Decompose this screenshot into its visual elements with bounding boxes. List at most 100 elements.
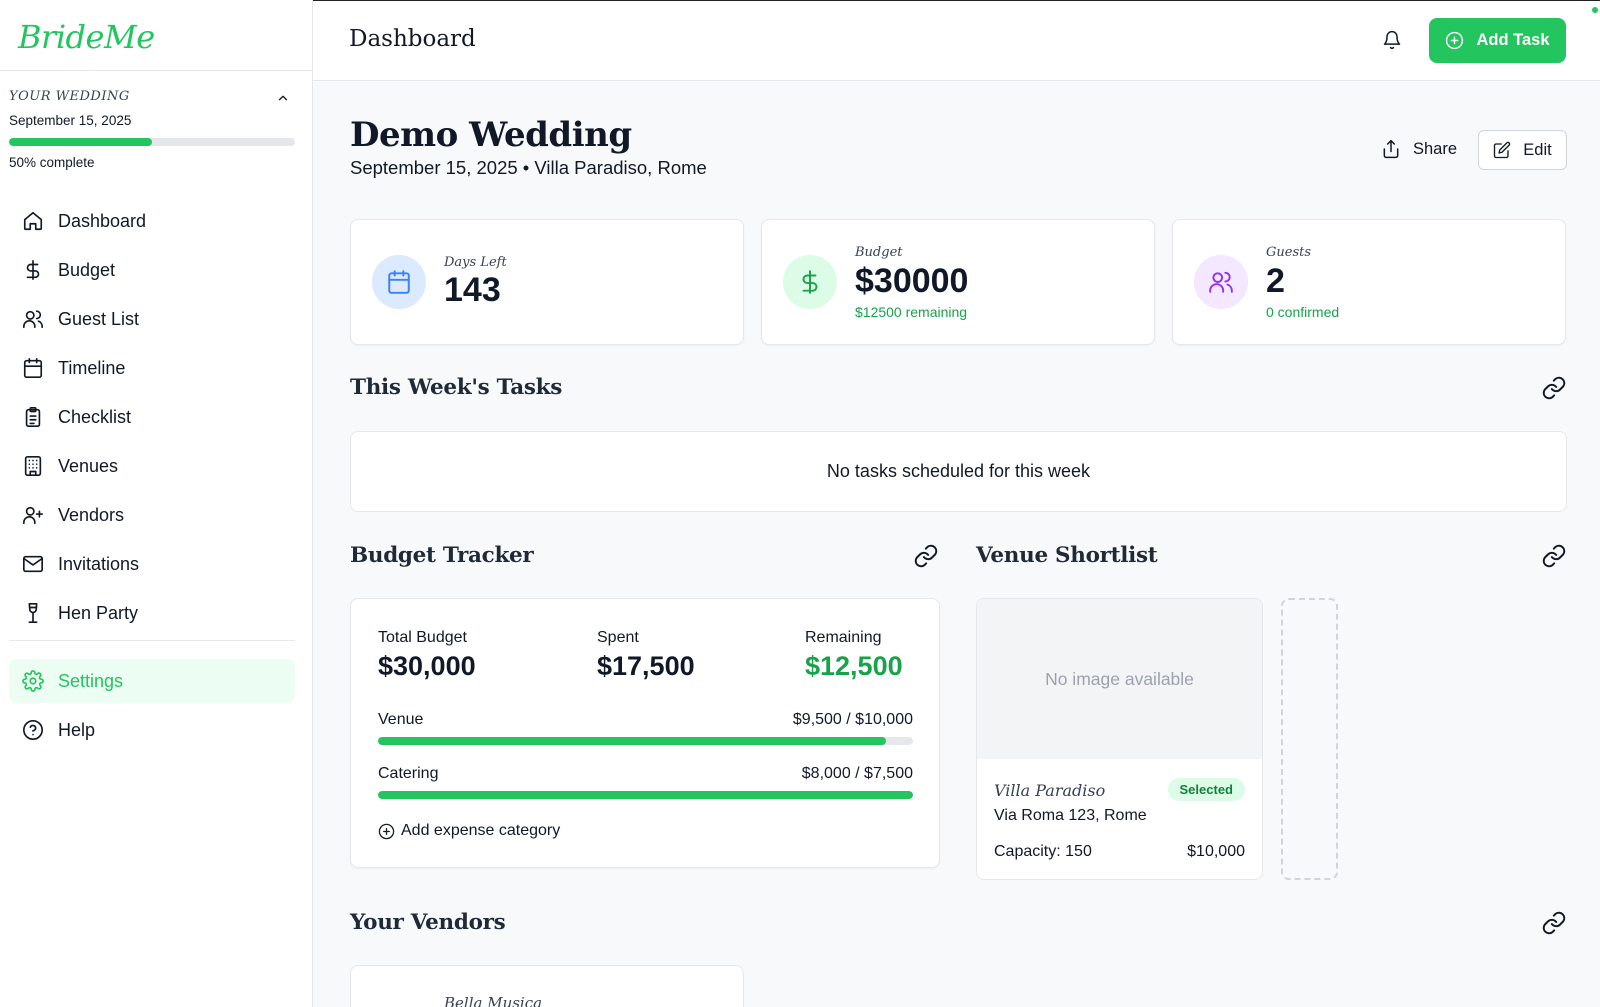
edit-button[interactable]: Edit <box>1478 130 1567 170</box>
sidebar-item-budget[interactable]: Budget <box>9 248 295 292</box>
stat-label: Guests <box>1266 245 1312 260</box>
users-icon <box>1209 271 1233 293</box>
budget-spent-value: $17,500 <box>597 651 695 681</box>
budget-spent-label: Spent <box>597 629 639 646</box>
sidebar-item-invitations[interactable]: Invitations <box>9 542 295 586</box>
venue-address: Via Roma 123, Rome <box>994 807 1147 824</box>
sidebar-item-dashboard[interactable]: Dashboard <box>9 199 295 243</box>
user-plus-icon <box>23 506 43 525</box>
link-icon[interactable] <box>1541 910 1567 936</box>
link-icon[interactable] <box>913 543 939 569</box>
stat-subtext: 0 confirmed <box>1266 304 1340 320</box>
page-title: Dashboard <box>349 26 476 52</box>
top-bar: Dashboard Add Task <box>313 0 1600 81</box>
stat-label: Budget <box>855 245 903 260</box>
stat-card-days-left: Days Left 143 <box>350 219 744 345</box>
wedding-summary: YOUR WEDDING September 15, 2025 50% comp… <box>0 71 312 170</box>
stat-card-budget: Budget $30000 $12500 remaining <box>761 219 1155 345</box>
chevron-up-icon[interactable] <box>276 91 290 105</box>
category-amount: $8,000 / $7,500 <box>801 765 913 782</box>
add-task-button[interactable]: Add Task <box>1429 18 1566 63</box>
building-icon <box>24 456 42 476</box>
sidebar-item-timeline[interactable]: Timeline <box>9 346 295 390</box>
budget-total-label: Total Budget <box>378 629 467 646</box>
vendor-card[interactable]: Bella Musica <box>350 965 744 1007</box>
wedding-progress-text: 50% complete <box>9 155 95 170</box>
category-progress-fill <box>378 737 887 745</box>
category-progress-bar <box>378 737 913 745</box>
sidebar-item-venues[interactable]: Venues <box>9 444 295 488</box>
sidebar-nav: Dashboard Budget Guest List Timeline Che… <box>9 199 295 757</box>
budget-tracker-card: Total Budget $30,000 Spent $17,500 Remai… <box>350 598 940 868</box>
budget-remaining: Remaining $12,500 <box>805 629 903 682</box>
sidebar-item-label: Invitations <box>58 553 140 574</box>
sidebar-item-label: Help <box>58 719 96 740</box>
stat-value: 2 <box>1266 262 1285 300</box>
sidebar-item-hen-party[interactable]: Hen Party <box>9 591 295 635</box>
sidebar-item-label: Budget <box>58 259 116 280</box>
venue-image-placeholder: No image available <box>977 599 1262 759</box>
sidebar: BrideMe YOUR WEDDING September 15, 2025 … <box>0 0 313 1007</box>
sidebar-item-guest-list[interactable]: Guest List <box>9 297 295 341</box>
venue-name: Villa Paradiso <box>994 781 1106 800</box>
budget-total-value: $30,000 <box>378 651 476 681</box>
stat-value: 143 <box>444 271 501 309</box>
budget-remaining-label: Remaining <box>805 629 882 646</box>
section-title-tasks: This Week's Tasks <box>350 375 563 400</box>
category-progress-bar <box>378 791 913 799</box>
category-name: Venue <box>378 711 424 728</box>
section-title-budget: Budget Tracker <box>350 543 534 568</box>
share-icon <box>1383 139 1399 159</box>
sidebar-item-checklist[interactable]: Checklist <box>9 395 295 439</box>
calendar-icon <box>388 270 410 294</box>
bell-icon[interactable] <box>1382 30 1402 50</box>
wedding-title: Demo Wedding <box>350 115 632 155</box>
status-dot <box>1592 7 1598 13</box>
plus-circle-icon <box>1446 31 1464 50</box>
add-expense-category-button[interactable]: Add expense category <box>378 822 560 840</box>
stat-card-guests: Guests 2 0 confirmed <box>1172 219 1566 345</box>
venue-card[interactable]: No image available Villa Paradiso Select… <box>976 598 1263 880</box>
venue-capacity: Capacity: 150 <box>994 843 1092 860</box>
sidebar-item-vendors[interactable]: Vendors <box>9 493 295 537</box>
sidebar-item-settings[interactable]: Settings <box>9 659 295 703</box>
section-title-venues: Venue Shortlist <box>976 543 1158 568</box>
vendor-name: Bella Musica <box>444 994 543 1007</box>
home-icon <box>23 211 43 231</box>
sidebar-item-label: Guest List <box>58 308 140 329</box>
wine-glass-icon <box>28 603 38 623</box>
wedding-progress-bar <box>9 138 295 146</box>
share-label: Share <box>1412 139 1457 158</box>
venue-price: $10,000 <box>1187 843 1245 860</box>
stat-subtext: $12500 remaining <box>855 304 968 320</box>
category-name: Catering <box>378 765 439 782</box>
stat-icon-circle <box>1194 255 1248 309</box>
edit-label: Edit <box>1523 140 1552 159</box>
budget-category-catering[interactable]: Catering $8,000 / $7,500 <box>378 765 913 799</box>
sidebar-item-label: Venues <box>58 455 119 476</box>
plus-circle-icon <box>378 823 395 839</box>
brand-logo[interactable]: BrideMe <box>0 0 312 71</box>
sidebar-item-label: Settings <box>58 670 124 691</box>
budget-total: Total Budget $30,000 <box>378 629 476 682</box>
calendar-icon <box>23 358 43 378</box>
share-button[interactable]: Share <box>1381 130 1457 168</box>
status-badge: Selected <box>1167 778 1245 801</box>
wedding-progress-fill <box>9 138 152 146</box>
add-venue-placeholder[interactable] <box>1281 598 1338 880</box>
link-icon[interactable] <box>1541 543 1567 569</box>
category-progress-fill <box>378 791 913 799</box>
wedding-label: YOUR WEDDING <box>9 89 130 104</box>
clipboard-icon <box>25 407 41 427</box>
wedding-subtitle: September 15, 2025 • Villa Paradiso, Rom… <box>350 157 707 178</box>
sidebar-divider <box>9 640 295 641</box>
link-icon[interactable] <box>1541 375 1567 401</box>
stat-value: $30000 <box>855 262 969 300</box>
sidebar-item-help[interactable]: Help <box>9 708 295 752</box>
edit-icon <box>1494 141 1511 159</box>
budget-category-venue[interactable]: Venue $9,500 / $10,000 <box>378 711 913 745</box>
budget-remaining-value: $12,500 <box>805 651 903 681</box>
add-expense-label: Add expense category <box>401 822 561 839</box>
budget-spent: Spent $17,500 <box>597 629 695 682</box>
stat-label: Days Left <box>444 255 507 270</box>
